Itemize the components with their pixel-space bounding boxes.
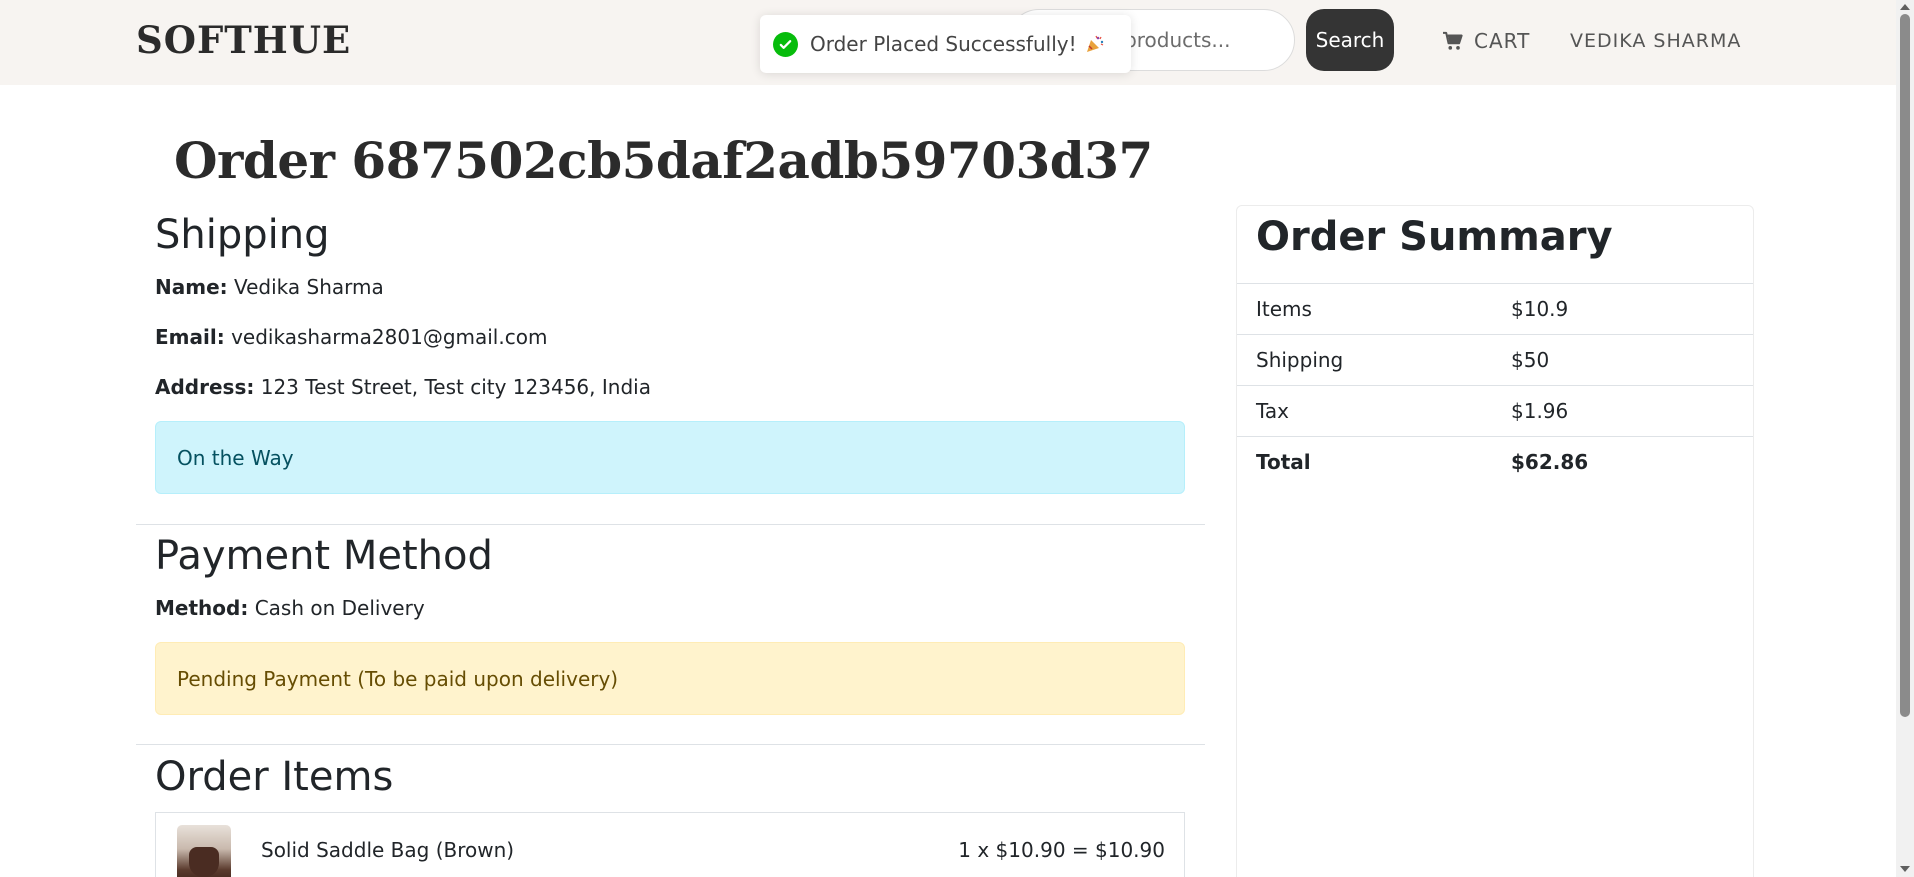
summary-title: Order Summary xyxy=(1256,214,1613,260)
nav-cart-link[interactable]: CART xyxy=(1442,26,1530,56)
cart-label: CART xyxy=(1474,29,1531,53)
shipping-address: Address: 123 Test Street, Test city 1234… xyxy=(155,375,651,399)
summary-row-tax: Tax $1.96 xyxy=(1237,385,1753,436)
payment-method: Method: Cash on Delivery xyxy=(155,596,425,620)
summary-value: $1.96 xyxy=(1511,399,1569,423)
check-circle-icon xyxy=(773,31,798,57)
success-toast[interactable]: Order Placed Successfully! xyxy=(760,15,1131,73)
summary-label: Shipping xyxy=(1256,348,1344,372)
payment-heading: Payment Method xyxy=(155,533,493,579)
method-value: Cash on Delivery xyxy=(254,596,425,620)
summary-label: Tax xyxy=(1256,399,1289,423)
toast-message: Order Placed Successfully! xyxy=(810,32,1077,56)
nav-user-menu[interactable]: VEDIKA SHARMA xyxy=(1570,26,1741,56)
shipping-name: Name: Vedika Sharma xyxy=(155,275,384,299)
scroll-down-arrow-icon[interactable] xyxy=(1900,866,1910,872)
shipping-heading: Shipping xyxy=(155,212,330,258)
order-items-heading: Order Items xyxy=(155,754,394,800)
name-label: Name: xyxy=(155,275,228,299)
summary-value: $50 xyxy=(1511,348,1550,372)
order-summary-card: Order Summary Items $10.9 Shipping $50 T… xyxy=(1236,205,1754,877)
page-title: Order 687502cb5daf2adb59703d37 xyxy=(174,131,1153,190)
divider xyxy=(136,524,1205,525)
product-name-link[interactable]: Solid Saddle Bag (Brown) xyxy=(261,838,514,862)
brand-logo[interactable]: SOFTHUE xyxy=(136,18,351,62)
summary-value: $10.9 xyxy=(1511,297,1569,321)
email-label: Email: xyxy=(155,325,225,349)
method-label: Method: xyxy=(155,596,249,620)
address-value: 123 Test Street, Test city 123456, India xyxy=(260,375,651,399)
scroll-up-arrow-icon[interactable] xyxy=(1900,4,1910,10)
summary-row-total: Total $62.86 xyxy=(1237,436,1753,487)
email-value: vedikasharma2801@gmail.com xyxy=(231,325,548,349)
product-line-total: 1 x $10.90 = $10.90 xyxy=(958,838,1165,862)
summary-label: Items xyxy=(1256,297,1312,321)
address-label: Address: xyxy=(155,375,255,399)
shipping-email: Email: vedikasharma2801@gmail.com xyxy=(155,325,547,349)
summary-row-items: Items $10.9 xyxy=(1237,283,1753,334)
product-thumbnail[interactable] xyxy=(177,825,231,877)
list-item: Solid Saddle Bag (Brown) 1 x $10.90 = $1… xyxy=(155,812,1185,877)
delivery-status-alert: On the Way xyxy=(155,421,1185,494)
summary-label: Total xyxy=(1256,450,1311,474)
payment-status-alert: Pending Payment (To be paid upon deliver… xyxy=(155,642,1185,715)
summary-value: $62.86 xyxy=(1511,450,1589,474)
divider xyxy=(136,744,1205,745)
scrollbar-thumb[interactable] xyxy=(1900,14,1910,717)
summary-row-shipping: Shipping $50 xyxy=(1237,334,1753,385)
cart-icon xyxy=(1443,31,1463,50)
name-value: Vedika Sharma xyxy=(234,275,384,299)
page-scrollbar[interactable] xyxy=(1896,0,1914,877)
search-button[interactable]: Search xyxy=(1306,9,1394,71)
party-popper-icon xyxy=(1086,35,1103,52)
